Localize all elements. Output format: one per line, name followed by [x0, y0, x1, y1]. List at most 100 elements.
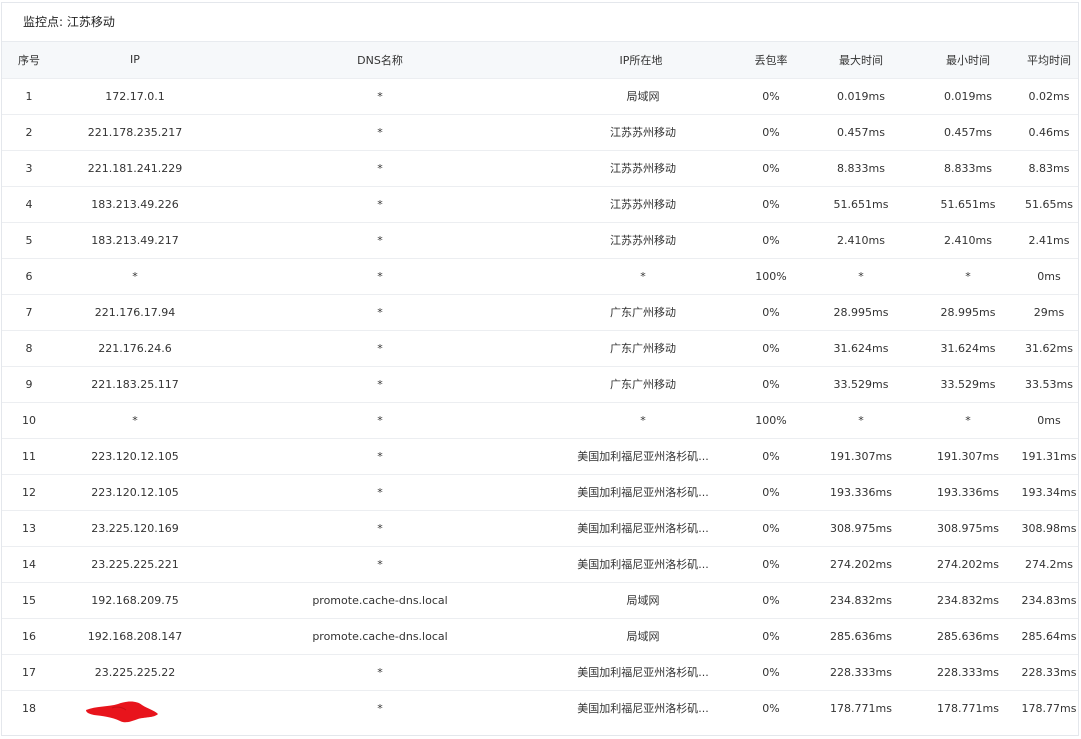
col-header-max-time[interactable]: 最大时间	[806, 42, 916, 78]
table-row[interactable]: 3 221.181.241.229 * 江苏苏州移动 0% 8.833ms 8.833ms 8…	[2, 150, 1078, 186]
table-row[interactable]: 17 23.225.225.22 * 美国加利福尼亚州洛杉矶... 0% 228.333m…	[2, 654, 1078, 690]
location-cell: 江苏苏州移动	[610, 162, 676, 175]
avg-time-cell: 0.46ms	[1028, 125, 1070, 139]
table-row[interactable]: 11 223.120.12.105 * 美国加利福尼亚州洛杉矶... 0% 191.307…	[2, 438, 1078, 474]
index-cell: 4	[25, 197, 33, 211]
avg-time-cell: 51.65ms	[1025, 197, 1073, 211]
loss-rate-cell: 0%	[762, 629, 780, 643]
col-header-min-time[interactable]: 最小时间	[916, 42, 1020, 78]
index-cell: 8	[25, 341, 33, 355]
dns-name-cell: *	[377, 665, 383, 679]
table-row[interactable]: 7 221.176.17.94 * 广东广州移动 0% 28.995ms 28.995ms 2…	[2, 294, 1078, 330]
col-header-loss[interactable]: 丢包率	[736, 42, 806, 78]
ip-cell: 221.181.241.229	[87, 161, 183, 175]
ip-cell: *	[132, 269, 138, 283]
table-row[interactable]: 10 * * * 100% * * 0ms	[2, 402, 1078, 438]
trace-panel: 监控点: 江苏移动 序号 IP DNS名称 IP所在地 丢包率 最大时间 最小时…	[1, 2, 1079, 736]
index-cell: 7	[25, 305, 33, 319]
min-time-cell: 274.202ms	[937, 557, 999, 571]
avg-time-cell: 228.33ms	[1021, 665, 1077, 679]
avg-time-cell: 178.77ms	[1021, 701, 1077, 715]
index-cell: 6	[25, 269, 33, 283]
table-row[interactable]: 13 23.225.120.169 * 美国加利福尼亚州洛杉矶... 0% 308.975…	[2, 510, 1078, 546]
table-row[interactable]: 6 * * * 100% * * 0ms	[2, 258, 1078, 294]
ip-cell: 183.213.49.226	[91, 197, 179, 211]
loss-rate-cell: 0%	[762, 449, 780, 463]
table-row[interactable]: 8 221.176.24.6 * 广东广州移动 0% 31.624ms 31.624ms 31…	[2, 330, 1078, 366]
ip-cell: 192.168.209.75	[91, 593, 179, 607]
index-cell: 14	[22, 557, 36, 571]
max-time-cell: 274.202ms	[830, 557, 892, 571]
min-time-cell: *	[965, 269, 971, 283]
ip-cell: 221.176.17.94	[94, 305, 176, 319]
ip-cell: *	[132, 413, 138, 427]
col-header-dns[interactable]: DNS名称	[214, 42, 546, 78]
col-header-location[interactable]: IP所在地	[546, 42, 736, 78]
min-time-cell: 191.307ms	[937, 449, 999, 463]
min-time-cell: 285.636ms	[937, 629, 999, 643]
table-row[interactable]: 2 221.178.235.217 * 江苏苏州移动 0% 0.457ms 0.457ms 0…	[2, 114, 1078, 150]
col-header-index[interactable]: 序号	[2, 42, 56, 78]
index-cell: 9	[25, 377, 33, 391]
min-time-cell: 0.457ms	[944, 125, 992, 139]
loss-rate-cell: 0%	[762, 593, 780, 607]
table-row[interactable]: 9 221.183.25.117 * 广东广州移动 0% 33.529ms 33.529ms…	[2, 366, 1078, 402]
index-cell: 1	[25, 89, 33, 103]
max-time-cell: 191.307ms	[830, 449, 892, 463]
redaction-mark	[86, 701, 158, 723]
index-cell: 10	[22, 413, 36, 427]
ip-cell: 221.178.235.217	[87, 125, 183, 139]
ip-cell: 23.225.225.22	[94, 665, 176, 679]
table-row[interactable]: 4 183.213.49.226 * 江苏苏州移动 0% 51.651ms 51.651ms…	[2, 186, 1078, 222]
table-header-row: 序号 IP DNS名称 IP所在地 丢包率 最大时间 最小时间 平均时间	[2, 42, 1078, 78]
loss-rate-cell: 0%	[762, 521, 780, 535]
dns-name-cell: *	[377, 305, 383, 319]
loss-rate-cell: 0%	[762, 305, 780, 319]
location-cell: 美国加利福尼亚州洛杉矶...	[577, 486, 709, 499]
table-row[interactable]: 12 223.120.12.105 * 美国加利福尼亚州洛杉矶... 0% 193.336…	[2, 474, 1078, 510]
avg-time-cell: 2.41ms	[1028, 233, 1070, 247]
ip-cell: 192.168.208.147	[87, 629, 183, 643]
loss-rate-cell: 0%	[762, 557, 780, 571]
table-row[interactable]: 1 172.17.0.1 * 局域网 0% 0.019ms 0.019ms 0.02ms	[2, 78, 1078, 114]
location-cell: 美国加利福尼亚州洛杉矶...	[577, 450, 709, 463]
avg-time-cell: 29ms	[1033, 305, 1065, 319]
dns-name-cell: *	[377, 701, 383, 715]
max-time-cell: 308.975ms	[830, 521, 892, 535]
table-row[interactable]: 15 192.168.209.75 promote.cache-dns.local 局…	[2, 582, 1078, 618]
ip-cell: 23.225.120.169	[91, 521, 179, 535]
ip-cell: 183.213.49.217	[91, 233, 179, 247]
dns-name-cell: *	[377, 125, 383, 139]
min-time-cell: 31.624ms	[940, 341, 996, 355]
max-time-cell: 8.833ms	[837, 161, 885, 175]
min-time-cell: 28.995ms	[940, 305, 996, 319]
avg-time-cell: 0ms	[1037, 269, 1061, 283]
location-cell: 广东广州移动	[610, 306, 676, 319]
loss-rate-cell: 0%	[762, 197, 780, 211]
max-time-cell: 0.457ms	[837, 125, 885, 139]
location-cell: 江苏苏州移动	[610, 234, 676, 247]
location-cell: 江苏苏州移动	[610, 126, 676, 139]
col-header-avg-time[interactable]: 平均时间	[1020, 42, 1078, 78]
max-time-cell: 31.624ms	[833, 341, 889, 355]
max-time-cell: 285.636ms	[830, 629, 892, 643]
avg-time-cell: 31.62ms	[1025, 341, 1073, 355]
min-time-cell: 2.410ms	[944, 233, 992, 247]
index-cell: 3	[25, 161, 33, 175]
table-row[interactable]: 16 192.168.208.147 promote.cache-dns.local…	[2, 618, 1078, 654]
index-cell: 15	[22, 593, 36, 607]
index-cell: 18	[22, 701, 36, 715]
dns-name-cell: *	[377, 197, 383, 211]
dns-name-cell: *	[377, 485, 383, 499]
avg-time-cell: 191.31ms	[1021, 449, 1077, 463]
max-time-cell: 33.529ms	[833, 377, 889, 391]
min-time-cell: 0.019ms	[944, 89, 992, 103]
avg-time-cell: 193.34ms	[1021, 485, 1077, 499]
col-header-ip[interactable]: IP	[56, 42, 214, 78]
loss-rate-cell: 0%	[762, 665, 780, 679]
index-cell: 13	[22, 521, 36, 535]
table-row[interactable]: 14 23.225.225.221 * 美国加利福尼亚州洛杉矶... 0% 274.202…	[2, 546, 1078, 582]
table-row[interactable]: 1823*美国加利福尼亚州洛杉矶...0%178.771ms178.771ms1…	[2, 690, 1078, 726]
table-row[interactable]: 5 183.213.49.217 * 江苏苏州移动 0% 2.410ms 2.410ms 2.…	[2, 222, 1078, 258]
avg-time-cell: 274.2ms	[1025, 557, 1073, 571]
